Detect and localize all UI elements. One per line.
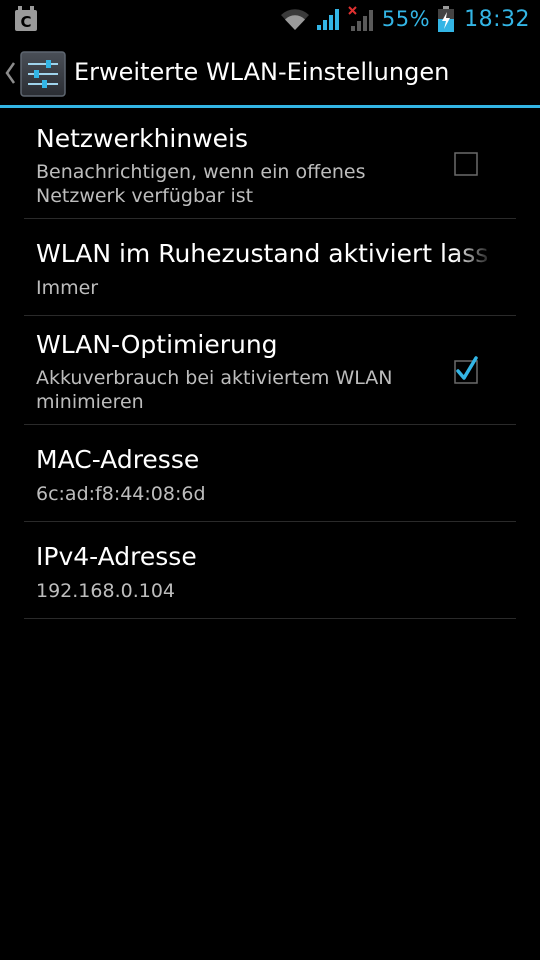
- notification-app-icon: C: [15, 6, 37, 31]
- pref-summary: 192.168.0.104: [36, 580, 176, 602]
- checkbox-unchecked[interactable]: [454, 152, 478, 176]
- pref-title: WLAN-Optimierung: [36, 330, 278, 359]
- pref-title: WLAN im Ruhezustand aktiviert lassen: [36, 239, 488, 268]
- checkbox-checked[interactable]: [454, 356, 478, 384]
- pref-item-wlan-optimierung[interactable]: WLAN-Optimierung Akkuverbrauch bei aktiv…: [24, 316, 516, 425]
- pref-item-mac-adresse[interactable]: MAC-Adresse 6c:ad:f8:44:08:6d: [24, 425, 516, 522]
- status-bar: C 55% 18:32: [0, 0, 540, 38]
- pref-title: MAC-Adresse: [36, 445, 200, 474]
- battery-percent: 55%: [381, 7, 431, 31]
- signal-no-service-icon: [348, 6, 373, 31]
- pref-title: IPv4-Adresse: [36, 542, 197, 571]
- status-clock: 18:32: [464, 6, 530, 32]
- chevron-left-icon[interactable]: [4, 62, 16, 84]
- pref-summary: Benachrichtigen, wenn ein offenes Netzwe…: [36, 161, 366, 207]
- pref-summary: Immer: [36, 277, 99, 299]
- wifi-icon: [280, 9, 309, 30]
- pref-summary: Akkuverbrauch bei aktiviertem WLAN minim…: [36, 367, 393, 413]
- action-bar: Erweiterte WLAN-Einstellungen: [0, 38, 540, 108]
- pref-title: Netzwerkhinweis: [36, 124, 249, 153]
- pref-item-wlan-ruhezustand[interactable]: WLAN im Ruhezustand aktiviert lassen Imm…: [24, 219, 516, 316]
- pref-item-netzwerkhinweis[interactable]: Netzwerkhinweis Benachrichtigen, wenn ei…: [24, 108, 516, 219]
- pref-item-ipv4-adresse[interactable]: IPv4-Adresse 192.168.0.104: [24, 522, 516, 619]
- signal-icon: [316, 9, 339, 30]
- pref-summary: 6c:ad:f8:44:08:6d: [36, 483, 206, 505]
- settings-sliders-icon[interactable]: [20, 51, 66, 97]
- svg-text:C: C: [20, 13, 31, 31]
- battery-charging-icon: [438, 6, 455, 32]
- title-fade-overlay: [454, 239, 494, 273]
- page-title: Erweiterte WLAN-Einstellungen: [74, 58, 450, 86]
- preference-list: Netzwerkhinweis Benachrichtigen, wenn ei…: [24, 108, 516, 619]
